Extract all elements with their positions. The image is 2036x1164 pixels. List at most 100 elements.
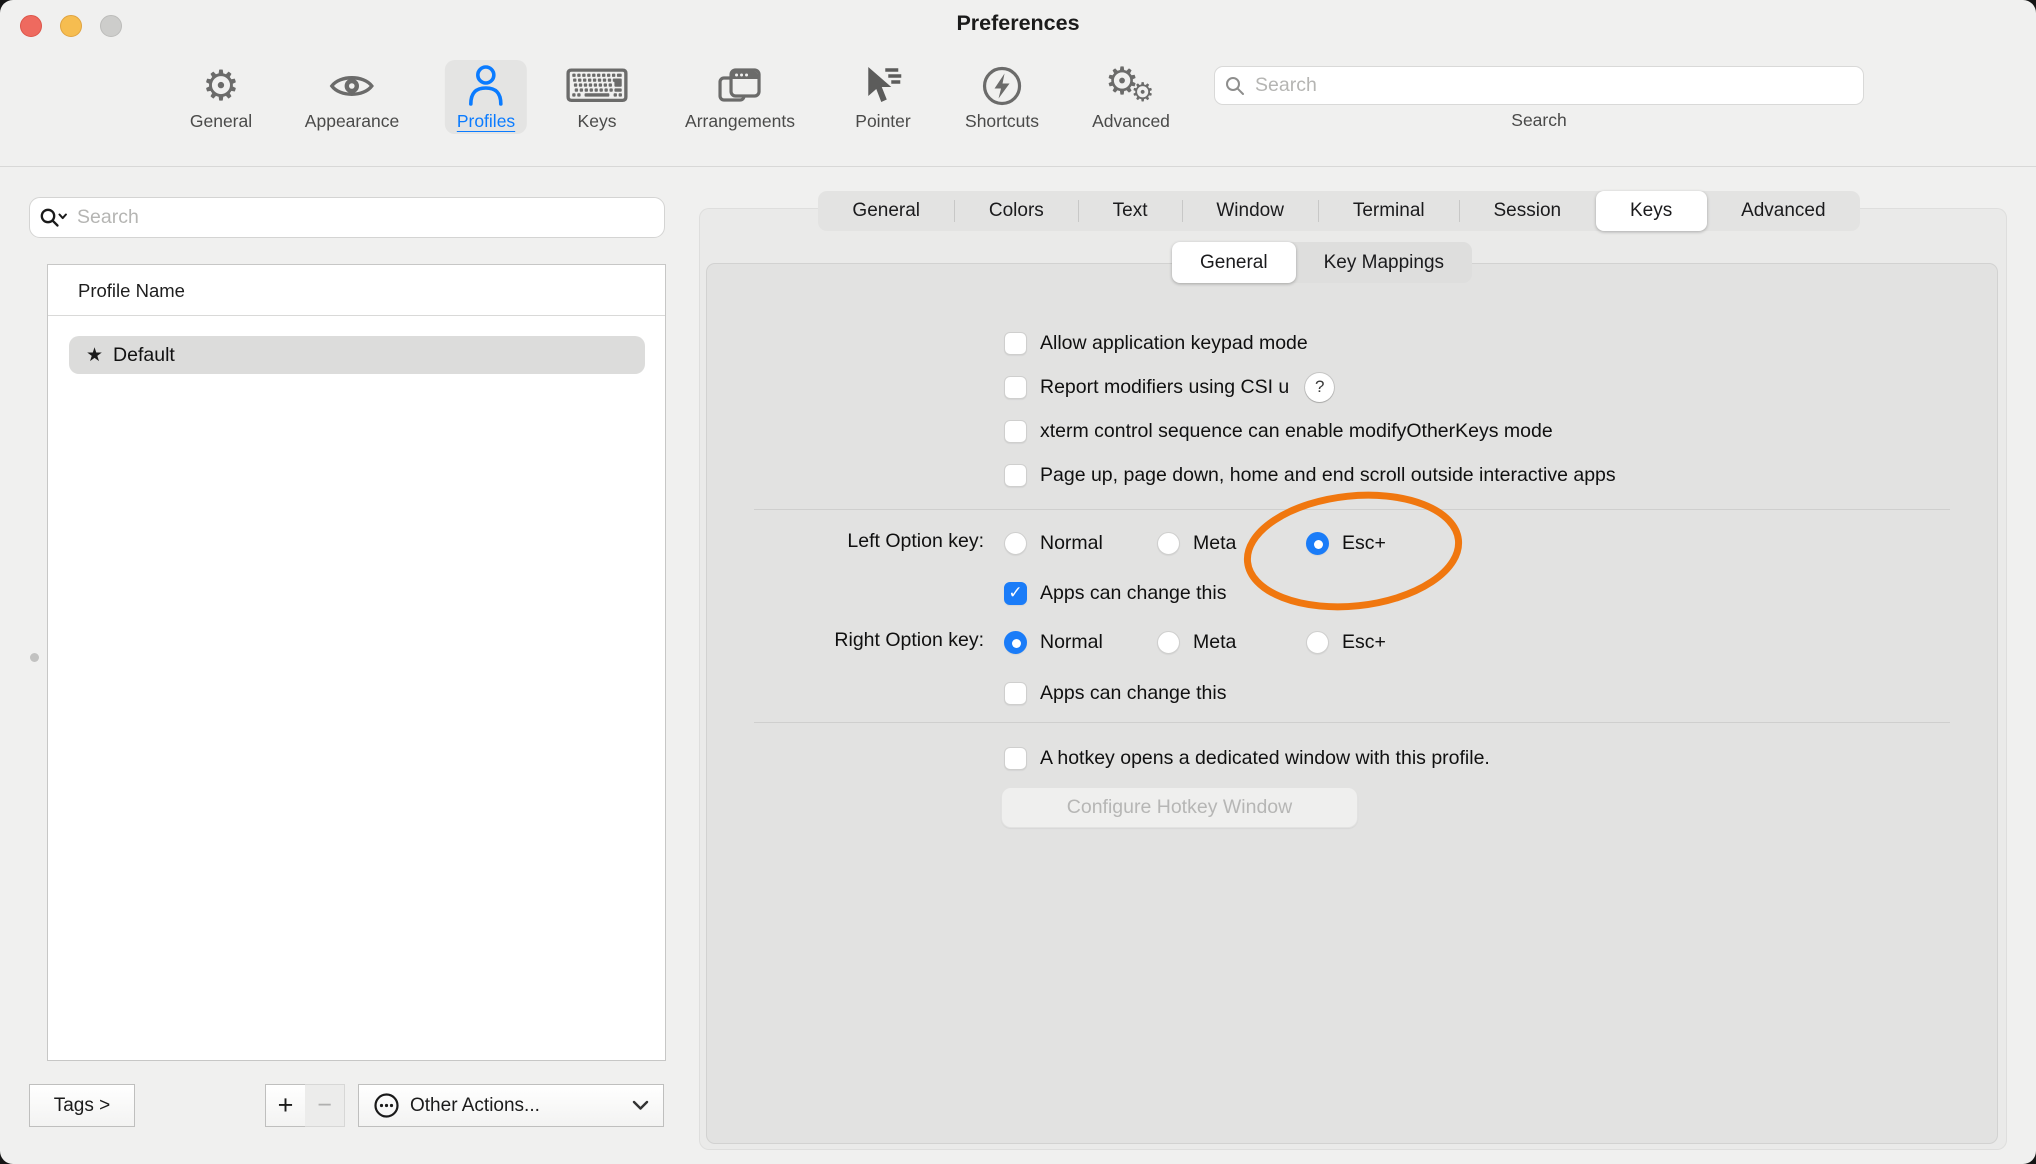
radio-label[interactable]: Meta <box>1193 631 1236 654</box>
profile-search-field[interactable] <box>29 197 665 238</box>
toolbar-item-appearance[interactable]: Appearance <box>293 60 411 134</box>
tab-keys[interactable]: Keys <box>1596 191 1707 231</box>
checkbox-row-opt1: Report modifiers using CSI u? <box>1004 372 1334 402</box>
toolbar-item-label: Shortcuts <box>965 111 1039 132</box>
radio-label[interactable]: Esc+ <box>1342 631 1386 654</box>
profile-list-header: Profile Name <box>48 265 665 302</box>
configure-hotkey-window-button[interactable]: Configure Hotkey Window <box>1001 787 1358 828</box>
remove-profile-button[interactable]: − <box>305 1084 345 1127</box>
checkbox-label[interactable]: Apps can change this <box>1040 682 1226 705</box>
checkbox-opt3[interactable] <box>1004 464 1027 487</box>
lightning-icon <box>965 62 1039 110</box>
toolbar-search-input[interactable] <box>1253 73 1853 98</box>
right-option-option-normal: Normal <box>1004 627 1103 657</box>
checkbox-row-apps-left: ✓ Apps can change this <box>1004 578 1226 608</box>
checkbox-opt2[interactable] <box>1004 420 1027 443</box>
radio-label[interactable]: Normal <box>1040 532 1103 555</box>
default-star-icon: ★ <box>86 344 103 367</box>
toolbar-item-label: General <box>190 111 252 132</box>
tab-text[interactable]: Text <box>1078 191 1182 231</box>
checkbox-label[interactable]: Page up, page down, home and end scroll … <box>1040 464 1616 487</box>
ellipsis-circle-icon <box>373 1092 400 1119</box>
tab-session[interactable]: Session <box>1459 191 1595 231</box>
profile-list-panel: Profile Name ★Default <box>47 264 666 1061</box>
radio-label[interactable]: Meta <box>1193 532 1236 555</box>
checkbox-opt0[interactable] <box>1004 332 1027 355</box>
person-icon <box>457 62 515 110</box>
left-option-option-escplus: Esc+ <box>1306 528 1386 558</box>
divider <box>754 722 1950 723</box>
radio-escplus[interactable] <box>1306 532 1329 555</box>
keys-subtabs: GeneralKey Mappings <box>1172 242 1472 283</box>
toolbar-item-label: Keys <box>564 111 630 132</box>
checkbox-row-opt3: Page up, page down, home and end scroll … <box>1004 460 1616 490</box>
toolbar-item-label: Appearance <box>305 111 399 132</box>
toolbar-item-profiles[interactable]: Profiles <box>445 60 527 134</box>
toolbar-item-general[interactable]: ⚙︎General <box>178 60 264 134</box>
windows-icon <box>685 62 795 110</box>
keys-general-panel: Allow application keypad mode Report modi… <box>706 263 1998 1144</box>
toolbar-item-arrangements[interactable]: Arrangements <box>673 60 807 134</box>
radio-meta[interactable] <box>1157 532 1180 555</box>
left-option-label: Left Option key: <box>767 530 984 553</box>
radio-escplus[interactable] <box>1306 631 1329 654</box>
checkbox-hotkey[interactable] <box>1004 747 1027 770</box>
checkbox-label[interactable]: Allow application keypad mode <box>1040 332 1308 355</box>
radio-normal[interactable] <box>1004 631 1027 654</box>
tab-advanced[interactable]: Advanced <box>1707 191 1860 231</box>
gears-icon: ⚙︎⚙︎ <box>1092 62 1170 110</box>
gear-icon: ⚙︎ <box>190 62 252 110</box>
tab-colors[interactable]: Colors <box>954 191 1078 231</box>
checkbox-apps-right[interactable] <box>1004 682 1027 705</box>
checkbox-apps-left[interactable]: ✓ <box>1004 582 1027 605</box>
radio-normal[interactable] <box>1004 532 1027 555</box>
toolbar-item-advanced[interactable]: ⚙︎⚙︎Advanced <box>1080 60 1182 134</box>
subtab-key-mappings[interactable]: Key Mappings <box>1296 242 1472 283</box>
toolbar-item-label: Profiles <box>457 111 515 132</box>
keyboard-icon: ⌨︎ <box>564 62 630 110</box>
profile-search-input[interactable] <box>75 205 654 230</box>
toolbar-item-label: Advanced <box>1092 111 1170 132</box>
eye-icon <box>305 62 399 110</box>
tab-terminal[interactable]: Terminal <box>1318 191 1459 231</box>
scroll-dot <box>30 653 39 662</box>
pointer-icon <box>855 62 910 110</box>
other-actions-dropdown[interactable]: Other Actions... <box>358 1084 664 1127</box>
toolbar-search-label: Search <box>1214 110 1864 131</box>
checkbox-label[interactable]: A hotkey opens a dedicated window with t… <box>1040 747 1490 770</box>
subtab-general[interactable]: General <box>1172 242 1296 283</box>
profile-tabbar: GeneralColorsTextWindowTerminalSessionKe… <box>818 191 1860 231</box>
search-menu-icon[interactable] <box>40 208 67 228</box>
annotation-ellipse <box>707 264 1997 1143</box>
toolbar-item-label: Arrangements <box>685 111 795 132</box>
checkbox-opt1[interactable] <box>1004 376 1027 399</box>
radio-label[interactable]: Normal <box>1040 631 1103 654</box>
radio-meta[interactable] <box>1157 631 1180 654</box>
left-option-option-normal: Normal <box>1004 528 1103 558</box>
help-button[interactable]: ? <box>1305 373 1334 402</box>
tab-window[interactable]: Window <box>1182 191 1318 231</box>
right-option-option-meta: Meta <box>1157 627 1236 657</box>
right-option-label: Right Option key: <box>767 629 984 652</box>
checkbox-label[interactable]: Apps can change this <box>1040 582 1226 605</box>
checkbox-row-opt0: Allow application keypad mode <box>1004 328 1308 358</box>
toolbar-item-keys[interactable]: ⌨︎Keys <box>552 60 642 134</box>
divider <box>48 315 665 316</box>
radio-label[interactable]: Esc+ <box>1342 532 1386 555</box>
toolbar-search-field[interactable] <box>1214 66 1864 105</box>
window-title: Preferences <box>0 11 2036 36</box>
profile-row-default[interactable]: ★Default <box>69 336 645 374</box>
search-icon <box>1225 76 1245 96</box>
tab-general[interactable]: General <box>818 191 954 231</box>
divider <box>754 509 1950 510</box>
tags-button[interactable]: Tags > <box>29 1084 135 1127</box>
add-profile-button[interactable]: + <box>265 1084 306 1127</box>
checkbox-label[interactable]: Report modifiers using CSI u <box>1040 376 1289 399</box>
toolbar-item-label: Pointer <box>855 111 910 132</box>
toolbar-item-pointer[interactable]: Pointer <box>843 60 922 134</box>
checkbox-label[interactable]: xterm control sequence can enable modify… <box>1040 420 1553 443</box>
right-option-option-escplus: Esc+ <box>1306 627 1386 657</box>
checkbox-row-apps-right: Apps can change this <box>1004 678 1226 708</box>
toolbar-item-shortcuts[interactable]: Shortcuts <box>953 60 1051 134</box>
other-actions-label: Other Actions... <box>410 1095 540 1117</box>
